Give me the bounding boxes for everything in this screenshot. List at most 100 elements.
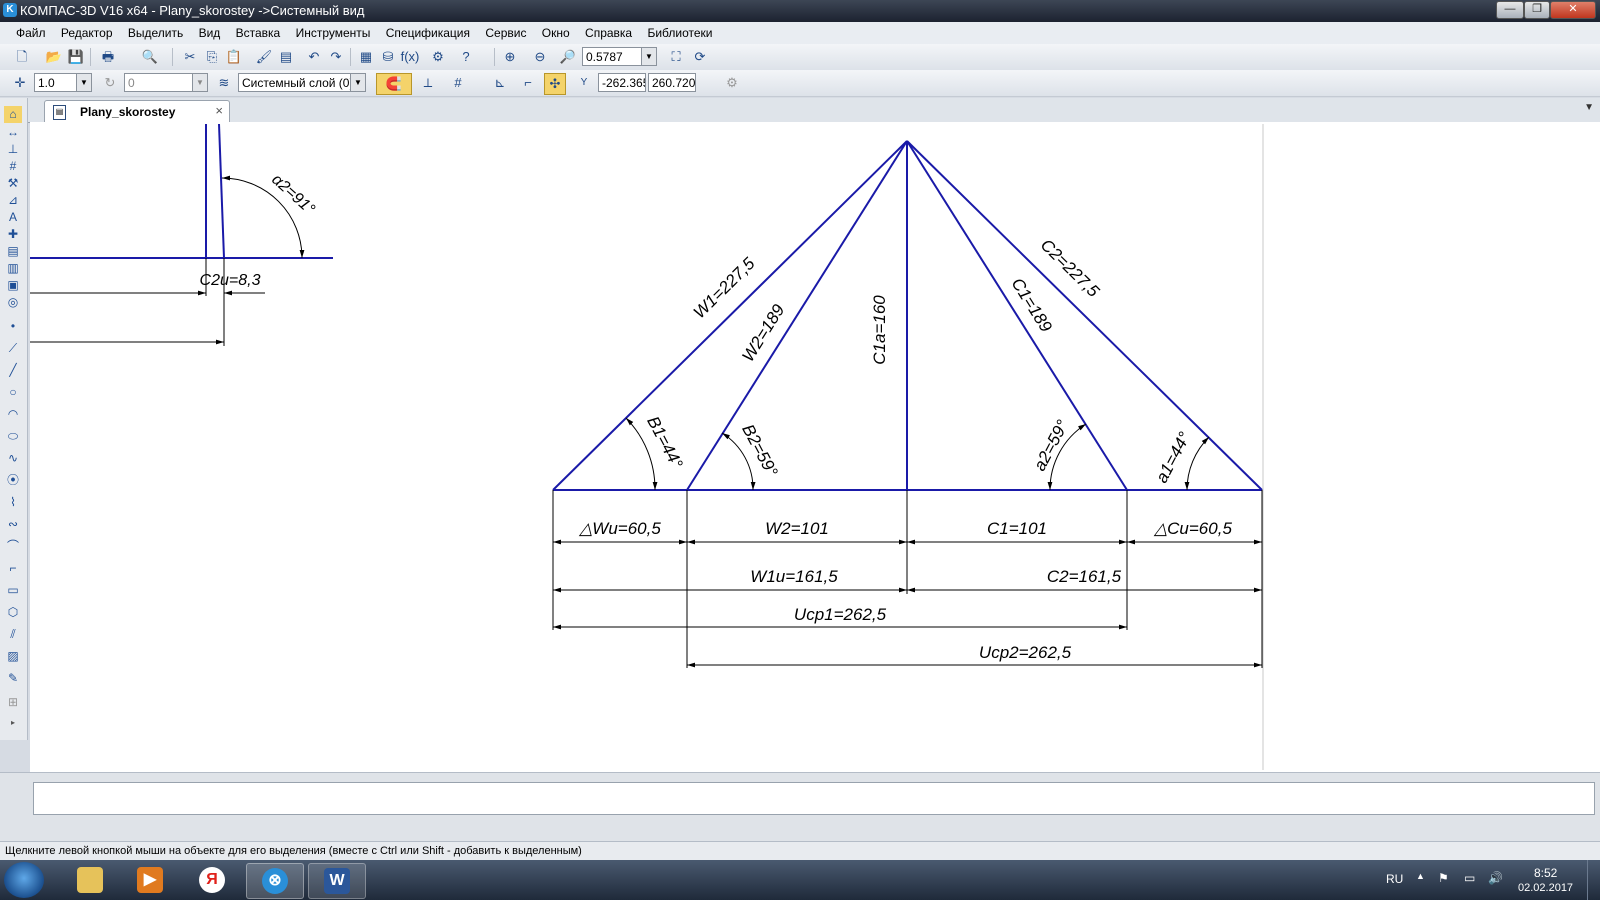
measure-panel-icon[interactable]: ⊿ [4, 192, 22, 209]
print-preview-icon[interactable]: 🔍 [140, 47, 160, 67]
cursor-step-combo[interactable]: 1.0 ▼ [34, 73, 92, 92]
close-button[interactable]: ✕ [1550, 1, 1596, 19]
arc-tool-icon[interactable]: ◠ [4, 406, 22, 423]
snap-points-icon[interactable]: ✣ [544, 73, 566, 95]
polygon-tool-icon[interactable]: ⬡ [4, 604, 22, 621]
menu-libraries[interactable]: Библиотеки [641, 22, 718, 44]
start-button[interactable] [4, 862, 44, 898]
menu-file[interactable]: Файл [10, 22, 52, 44]
fillet-tool-icon[interactable]: ⌒ [4, 538, 22, 555]
window-titlebar[interactable]: K КОМПАС-3D V16 x64 - Plany_skorostey ->… [0, 0, 1600, 22]
new-document-icon[interactable]: 🗋 [12, 47, 32, 67]
taskbar-word[interactable]: W [308, 863, 366, 899]
cut-icon[interactable]: ✂ [180, 47, 200, 67]
command-input-area[interactable] [33, 782, 1595, 815]
close-icon[interactable]: × [215, 103, 223, 118]
zoom-dynamic-icon[interactable]: ⊖ [530, 47, 550, 67]
rectangle-tool-icon[interactable]: ▭ [4, 582, 22, 599]
coord-y-field[interactable]: 260.720 [648, 73, 696, 92]
tab-plany-skorostey[interactable]: ▤ Plany_skorostey × [44, 100, 230, 122]
insert-panel-icon[interactable]: ◎ [4, 294, 22, 311]
segment-tool-icon[interactable]: ╱ [4, 362, 22, 379]
scroll-down-icon[interactable]: ▸ [4, 714, 22, 731]
paste-icon[interactable]: 📋 [224, 47, 244, 67]
language-indicator[interactable]: RU [1386, 872, 1403, 886]
select-panel-icon[interactable]: A [4, 209, 22, 226]
angle-step-icon[interactable]: ↻ [100, 73, 120, 93]
menu-specification[interactable]: Спецификация [380, 22, 476, 44]
chevron-down-icon[interactable]: ▼ [76, 74, 91, 91]
menu-editor[interactable]: Редактор [55, 22, 119, 44]
zoom-in-icon[interactable]: 🔎 [558, 47, 578, 67]
save-icon[interactable]: 💾 [66, 47, 86, 67]
ellipse-tool-icon[interactable]: ⬭ [4, 428, 22, 445]
zoom-frame-icon[interactable]: ⊕ [500, 47, 520, 67]
print-icon[interactable]: 🖶 [98, 47, 118, 67]
taskbar-kompas[interactable]: ⊗ [246, 863, 304, 899]
menu-service[interactable]: Сервис [479, 22, 532, 44]
network-icon[interactable]: ▭ [1464, 871, 1475, 885]
fragment-panel-icon[interactable]: ▣ [4, 277, 22, 294]
menu-window[interactable]: Окно [536, 22, 576, 44]
menu-view[interactable]: Вид [193, 22, 227, 44]
measure-icon[interactable]: ⚙ [428, 47, 448, 67]
collection-tool-icon[interactable]: ⦿ [4, 472, 22, 489]
velocity-diagram-drawing[interactable]: α2=91° C2u=8,3 W1=227,5 W2=189 C1a=160 C… [30, 122, 1600, 772]
kompas-app-icon[interactable]: K [3, 3, 17, 17]
snap-magnet-icon[interactable]: 🧲 [376, 73, 412, 95]
variables-fx-icon[interactable]: f(x) [400, 47, 420, 67]
zoom-combo[interactable]: 0.5787 ▼ [582, 47, 657, 66]
layer-combo[interactable]: Системный слой (0) ▼ [238, 73, 366, 92]
copy-icon[interactable]: ⎘ [202, 47, 222, 67]
clock-time[interactable]: 8:52 [1534, 866, 1557, 880]
contour-tool-icon[interactable]: ⊞ [4, 694, 22, 711]
clock-date[interactable]: 02.02.2017 [1518, 882, 1573, 894]
volume-icon[interactable]: 🔊 [1488, 871, 1503, 885]
chevron-down-icon[interactable]: ▼ [641, 48, 656, 65]
menu-tools[interactable]: Инструменты [290, 22, 377, 44]
open-folder-icon[interactable]: 📂 [44, 47, 64, 67]
layer-icon[interactable]: ≋ [214, 73, 234, 93]
undo-icon[interactable]: ↶ [304, 47, 324, 67]
menu-select[interactable]: Выделить [122, 22, 189, 44]
redo-icon[interactable]: ↷ [326, 47, 346, 67]
tray-expand-icon[interactable]: ▲ [1416, 871, 1425, 881]
angle-combo[interactable]: 0 ▼ [124, 73, 208, 92]
associative-views-icon[interactable]: ✚ [4, 226, 22, 243]
reports-panel-icon[interactable]: ▥ [4, 260, 22, 277]
menu-help[interactable]: Справка [579, 22, 638, 44]
coord-x-field[interactable]: -262.365 [598, 73, 646, 92]
circle-tool-icon[interactable]: ○ [4, 384, 22, 401]
format-painter-icon[interactable]: 🖌 [254, 47, 274, 67]
minimize-button[interactable]: — [1496, 1, 1524, 19]
fill-tool-icon[interactable]: ✎ [4, 670, 22, 687]
show-all-icon[interactable]: ⛶ [666, 47, 686, 67]
spec-panel-icon[interactable]: ▤ [4, 243, 22, 260]
tabs-dropdown-icon[interactable]: ▼ [1584, 102, 1594, 113]
properties-icon[interactable]: ▤ [276, 47, 296, 67]
grid-icon[interactable]: # [448, 73, 468, 93]
geometry-panel-icon[interactable]: ⌂ [4, 106, 22, 123]
bezier-tool-icon[interactable]: ∾ [4, 516, 22, 533]
taskbar-yandex-browser[interactable]: Я [184, 863, 240, 897]
parameters-icon[interactable]: ⚙ [722, 73, 742, 93]
menu-insert[interactable]: Вставка [230, 22, 287, 44]
chamfer-tool-icon[interactable]: ⌐ [4, 560, 22, 577]
refresh-view-icon[interactable]: ⟳ [690, 47, 710, 67]
drawing-canvas[interactable]: α2=91° C2u=8,3 W1=227,5 W2=189 C1a=160 C… [30, 122, 1600, 772]
library-manager-icon[interactable]: ⛁ [378, 47, 398, 67]
spline-tool-icon[interactable]: ∿ [4, 450, 22, 467]
editing-panel-icon[interactable]: # [4, 158, 22, 175]
current-step-icon[interactable]: ✛ [10, 73, 30, 93]
local-cs-icon[interactable]: ⊾ [490, 73, 510, 93]
action-center-flag-icon[interactable]: ⚑ [1438, 871, 1449, 885]
equidistant-tool-icon[interactable]: ⫽ [4, 626, 22, 643]
hatch-tool-icon[interactable]: ▨ [4, 648, 22, 665]
polyline-tool-icon[interactable]: ⌇ [4, 494, 22, 511]
help-pointer-icon[interactable]: ? [456, 47, 476, 67]
point-tool-icon[interactable]: • [4, 318, 22, 335]
parametrization-panel-icon[interactable]: ⚒ [4, 175, 22, 192]
chevron-down-icon[interactable]: ▼ [192, 74, 207, 91]
manager-icon[interactable]: ▦ [356, 47, 376, 67]
taskbar-media-player[interactable]: ▶ [122, 863, 178, 897]
